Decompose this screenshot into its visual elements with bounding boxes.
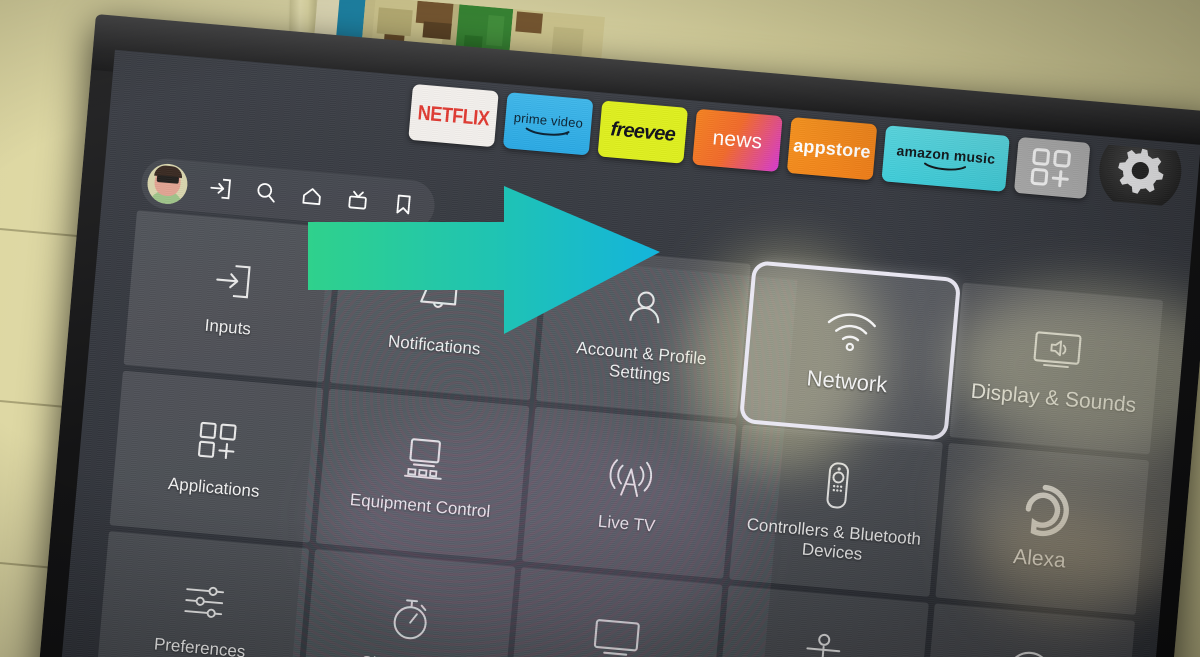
settings-tile-label: Preferences (153, 634, 247, 657)
settings-tile-sleep-timer[interactable]: Sleep Timer (301, 549, 516, 657)
settings-tile-display-sounds[interactable]: Display & Sounds (949, 282, 1164, 455)
app-tile-prime-video[interactable]: prime video (502, 92, 594, 156)
settings-tile-label: Notifications (387, 331, 482, 359)
settings-tile-device-software[interactable]: Device & Software (508, 567, 723, 657)
settings-button-circle (1095, 143, 1185, 208)
add-apps-button[interactable] (1013, 136, 1091, 199)
tv-screen: NETFLIX prime video freevee news appstor… (58, 49, 1200, 657)
settings-tile-label: Display & Sounds (969, 380, 1138, 418)
annotation-arrow-shape (308, 186, 660, 334)
settings-tile-label: Live TV (597, 511, 656, 536)
gear-icon (1118, 148, 1164, 194)
nav-inputs-button[interactable] (206, 174, 234, 202)
stopwatch-icon (387, 593, 433, 646)
app-tile-label: freevee (609, 117, 676, 146)
inputs-icon (210, 254, 254, 307)
app-tile-netflix[interactable]: NETFLIX (408, 83, 499, 148)
settings-tile-network[interactable]: Network (742, 264, 957, 437)
settings-tile-live-tv[interactable]: Live TV (522, 406, 737, 579)
settings-tile-label: Account & Profile Settings (575, 338, 708, 385)
settings-tile-alexa[interactable]: Alexa (935, 442, 1150, 615)
settings-tile-label: Equipment Control (349, 489, 492, 521)
add-apps-icon (1030, 148, 1071, 188)
wifi-icon (822, 305, 880, 360)
sliders-icon (180, 575, 228, 629)
settings-tile-label: Controllers & Bluetooth Devices (745, 514, 922, 564)
television: NETFLIX prime video freevee news appstor… (34, 14, 1200, 657)
remote-icon (822, 459, 854, 511)
settings-button[interactable] (1095, 143, 1186, 208)
applications-icon (195, 414, 241, 467)
settings-tile-label: Inputs (203, 315, 252, 339)
settings-tile-label: Applications (167, 473, 261, 501)
annotation-arrow (308, 186, 660, 334)
equipment-control-icon (400, 432, 448, 486)
screenshot-stage: NETFLIX prime video freevee news appstor… (0, 0, 1200, 657)
app-tile-news[interactable]: news (692, 108, 783, 173)
app-tile-label: appstore (792, 134, 872, 162)
settings-tile-controllers-bluetooth[interactable]: Controllers & Bluetooth Devices (728, 424, 943, 597)
settings-tile-applications[interactable]: Applications (109, 370, 324, 543)
app-tile-freevee[interactable]: freevee (597, 100, 689, 164)
settings-tile-accessibility[interactable]: Accessibility (714, 585, 929, 657)
display-sounds-icon (1030, 323, 1086, 377)
alexa-ring-icon (1016, 484, 1072, 538)
tv-icon (590, 610, 644, 657)
accessibility-icon (801, 629, 845, 657)
app-tile-amazon-music[interactable]: amazon music (881, 125, 1010, 192)
question-mark-icon (1003, 647, 1055, 657)
app-tile-appstore[interactable]: appstore (786, 117, 878, 181)
avatar[interactable] (145, 162, 190, 206)
search-icon (257, 183, 275, 203)
settings-tile-label: Network (805, 365, 889, 398)
settings-tile-preferences[interactable]: Preferences (95, 531, 310, 657)
settings-tile-label: Sleep Timer (354, 652, 458, 657)
inputs-icon (210, 178, 231, 200)
settings-tile-label: Alexa (1012, 545, 1067, 573)
app-tile-label: NETFLIX (416, 100, 491, 130)
broadcast-tower-icon (606, 450, 656, 504)
app-tile-label: news (711, 126, 764, 154)
settings-tile-equipment-control[interactable]: Equipment Control (315, 388, 530, 561)
settings-tile-inputs[interactable]: Inputs (123, 210, 338, 383)
nav-search-button[interactable] (252, 178, 280, 206)
